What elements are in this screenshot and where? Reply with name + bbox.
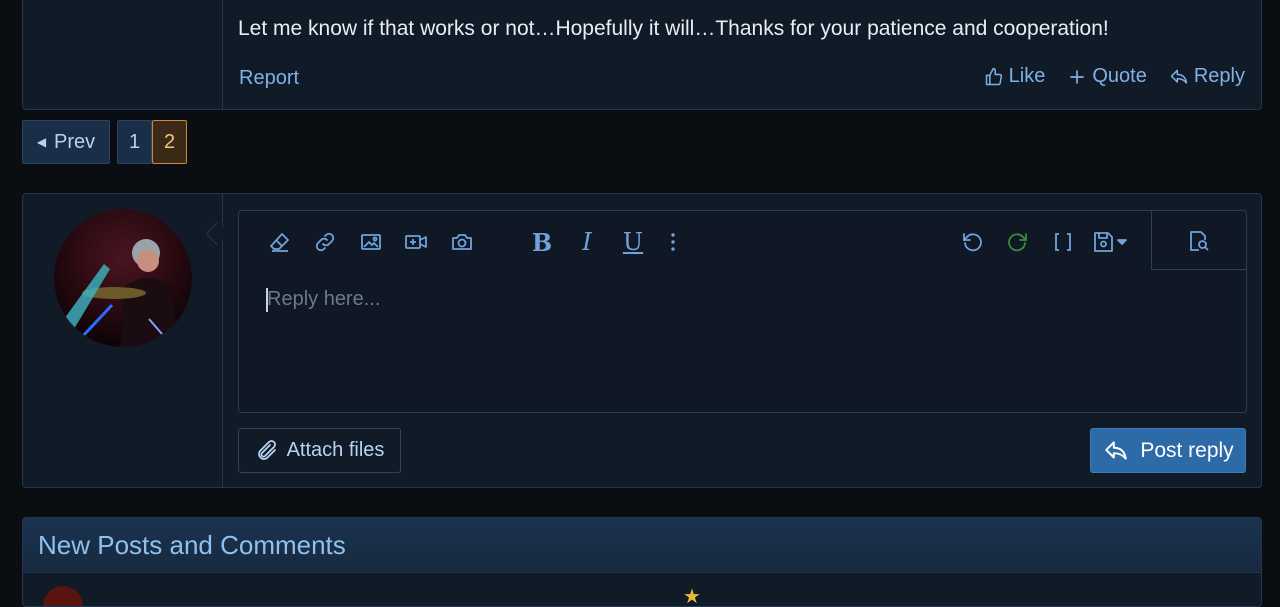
post-actions: Like Quote Reply (984, 65, 1245, 88)
save-draft-icon[interactable] (1089, 229, 1131, 255)
preview-toggle[interactable] (1151, 210, 1247, 270)
paperclip-icon (257, 439, 276, 460)
reply-textarea-placeholder[interactable]: Reply here... (267, 288, 380, 311)
thumbs-up-icon (985, 67, 1002, 85)
avatar[interactable] (54, 209, 192, 347)
post-text: Let me know if that works or not…Hopeful… (238, 17, 1109, 40)
report-link[interactable]: Report (239, 67, 299, 90)
plus-icon (1070, 69, 1085, 84)
prev-page-button[interactable]: ◀ Prev (22, 120, 110, 164)
reply-label: Reply (1193, 65, 1245, 87)
brackets-icon[interactable] (1050, 229, 1076, 255)
post-reply-label: Post reply (1140, 438, 1234, 462)
new-posts-title[interactable]: New Posts and Comments (23, 518, 1261, 573)
eraser-icon[interactable] (267, 229, 293, 255)
image-icon[interactable] (358, 229, 384, 255)
like-label: Like (1008, 65, 1046, 87)
new-posts-widget: New Posts and Comments ★ (22, 517, 1262, 607)
reply-editor[interactable]: B I U Reply here... (238, 210, 1247, 413)
avatar[interactable] (43, 586, 83, 606)
quote-button[interactable]: Quote (1067, 65, 1147, 88)
preview-icon (1186, 228, 1212, 254)
avatar-photo (64, 239, 178, 347)
attach-files-button[interactable]: Attach files (238, 428, 401, 473)
link-icon[interactable] (312, 229, 338, 255)
underline-icon[interactable]: U (620, 228, 646, 256)
post-user-column (23, 0, 223, 109)
post-message: Let me know if that works or not…Hopeful… (22, 0, 1262, 110)
page-2-current[interactable]: 2 (152, 120, 187, 164)
camera-icon[interactable] (449, 229, 475, 255)
pagination: ◀ Prev 1 2 (22, 120, 187, 164)
reply-user-column (23, 194, 223, 487)
italic-icon[interactable]: I (574, 228, 600, 256)
reply-button[interactable]: Reply (1169, 65, 1245, 88)
reply-arrow-icon (1105, 440, 1128, 460)
bold-icon[interactable]: B (529, 228, 555, 257)
reply-arrow-icon (1170, 69, 1188, 84)
redo-icon[interactable] (1005, 229, 1031, 255)
caret-left-icon: ◀ (36, 135, 47, 149)
quick-reply: B I U Reply here... Attach files Post re… (22, 193, 1262, 488)
like-button[interactable]: Like (984, 65, 1046, 88)
post-reply-button[interactable]: Post reply (1090, 428, 1246, 473)
editor-toolbar: B I U (239, 210, 1247, 271)
quote-label: Quote (1092, 65, 1147, 87)
more-icon[interactable] (660, 229, 686, 255)
attach-files-label: Attach files (286, 439, 385, 461)
page-numbers: 1 2 (117, 120, 187, 164)
prev-label: Prev (54, 130, 96, 153)
star-icon: ★ (683, 586, 701, 607)
video-icon[interactable] (403, 229, 429, 255)
undo-icon[interactable] (959, 229, 985, 255)
page-1-link[interactable]: 1 (117, 120, 152, 164)
